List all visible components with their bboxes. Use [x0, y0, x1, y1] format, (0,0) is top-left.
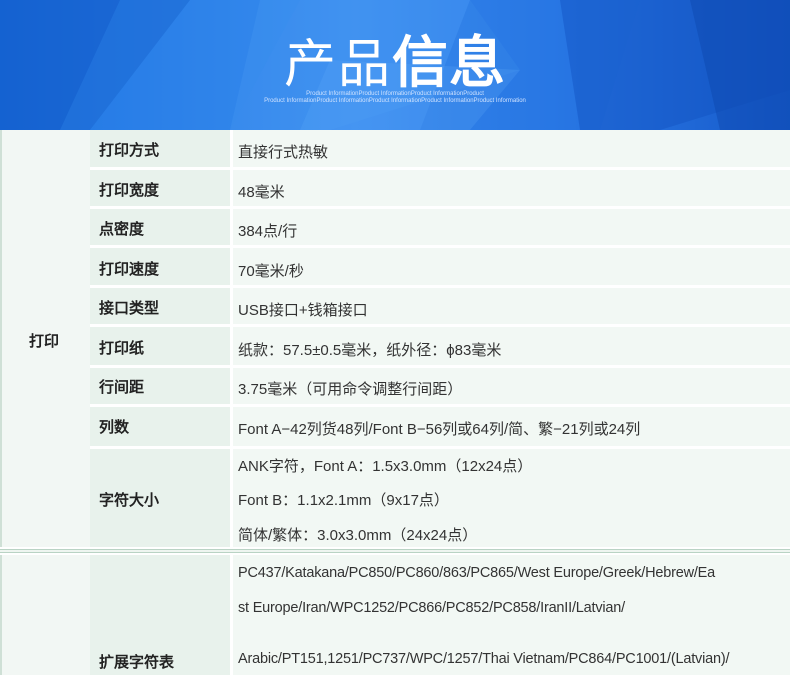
row-value-line: Arabic/PT151,1251/PC737/WPC/1257/Thai Vi… [238, 651, 730, 667]
row-value-cell: 3.75毫米（可用命令调整行间距） [233, 368, 790, 404]
table-row: 打印方式 直接行式热敏 [90, 130, 790, 167]
row-value-cell: 直接行式热敏 [233, 130, 790, 167]
row-value-line: Font B：1.1x2.1mm（9x17点） [238, 492, 449, 509]
row-value: 纸款：57.5±0.5毫米，纸外径：ϕ83毫米 [238, 342, 502, 359]
row-label-cell: 打印速度 [90, 248, 230, 285]
table-row: 扩展字符表 PC437/Katakana/PC850/PC860/863/PC8… [90, 555, 790, 675]
row-label: 打印宽度 [99, 182, 160, 199]
row-value: 384点/行 [238, 223, 298, 240]
table-row: 打印速度 70毫米/秒 [90, 248, 790, 285]
row-label-cell: 接口类型 [90, 288, 230, 324]
row-value-line: st Europe/Iran/WPC1252/PC866/PC852/PC858… [238, 600, 625, 616]
table-row: 点密度 384点/行 [90, 209, 790, 245]
row-label-cell: 扩展字符表 [90, 555, 230, 675]
row-value: 48毫米 [238, 184, 285, 201]
banner-title-light: 产品 [283, 36, 392, 94]
row-label-cell: 列数 [90, 407, 230, 446]
row-label-cell: 行间距 [90, 368, 230, 404]
table-row: 打印纸 纸款：57.5±0.5毫米，纸外径：ϕ83毫米 [90, 327, 790, 365]
row-value: USB接口+钱箱接口 [238, 302, 368, 319]
spec-table: 打印 打印方式 直接行式热敏 打印宽度 48毫米 点密度 384点/行 打印速度… [0, 130, 790, 675]
group-cell-print: 打印 [0, 130, 90, 547]
table-row: 接口类型 USB接口+钱箱接口 [90, 288, 790, 324]
row-label-cell: 点密度 [90, 209, 230, 245]
row-value-cell: 384点/行 [233, 209, 790, 245]
table-section-divider [0, 549, 790, 553]
table-row: 行间距 3.75毫米（可用命令调整行间距） [90, 368, 790, 404]
row-label: 打印速度 [99, 261, 160, 278]
row-label: 接口类型 [99, 300, 160, 317]
row-value-line: ANK字符，Font A：1.5x3.0mm（12x24点） [238, 458, 533, 475]
row-label: 打印方式 [99, 142, 160, 159]
row-value-cell: 48毫米 [233, 170, 790, 206]
row-value-cell: PC437/Katakana/PC850/PC860/863/PC865/Wes… [233, 555, 790, 675]
table-row: 字符大小 ANK字符，Font A：1.5x3.0mm（12x24点） Font… [90, 449, 790, 547]
row-label: 列数 [99, 419, 130, 436]
row-value: 3.75毫米（可用命令调整行间距） [238, 381, 463, 398]
row-value-cell: ANK字符，Font A：1.5x3.0mm（12x24点） Font B：1.… [233, 449, 790, 547]
row-label-cell: 字符大小 [90, 449, 230, 547]
banner-subtitle-line2: Product InformationProduct InformationPr… [264, 98, 526, 104]
row-value-cell: 纸款：57.5±0.5毫米，纸外径：ϕ83毫米 [233, 327, 790, 365]
row-value: 直接行式热敏 [238, 144, 329, 161]
row-label: 字符大小 [99, 492, 160, 509]
row-label: 打印纸 [99, 340, 145, 357]
row-value-cell: USB接口+钱箱接口 [233, 288, 790, 324]
group-cell-extended [0, 555, 90, 675]
banner-title-bold: 信息 [392, 31, 506, 94]
table-row: 打印宽度 48毫米 [90, 170, 790, 206]
banner-title: 产品信息 [0, 18, 790, 99]
row-label-cell: 打印宽度 [90, 170, 230, 206]
row-label: 行间距 [99, 379, 145, 396]
table-row: 列数 Font A−42列货48列/Font B−56列或64列/简、繁−21列… [90, 407, 790, 446]
row-value-line: 简体/繁体：3.0x3.0mm（24x24点） [238, 527, 478, 544]
row-label-cell: 打印纸 [90, 327, 230, 365]
row-label: 扩展字符表 [99, 654, 175, 671]
row-value-line: PC437/Katakana/PC850/PC860/863/PC865/Wes… [238, 565, 715, 581]
product-info-banner: 产品信息 Product InformationProduct Informat… [0, 0, 790, 130]
row-value: 70毫米/秒 [238, 263, 304, 280]
row-label-cell: 打印方式 [90, 130, 230, 167]
group-label-print: 打印 [28, 333, 59, 350]
row-value-cell: Font A−42列货48列/Font B−56列或64列/简、繁−21列或24… [233, 407, 790, 446]
row-label: 点密度 [99, 221, 145, 238]
row-value-cell: 70毫米/秒 [233, 248, 790, 285]
row-value: Font A−42列货48列/Font B−56列或64列/简、繁−21列或24… [238, 421, 641, 438]
